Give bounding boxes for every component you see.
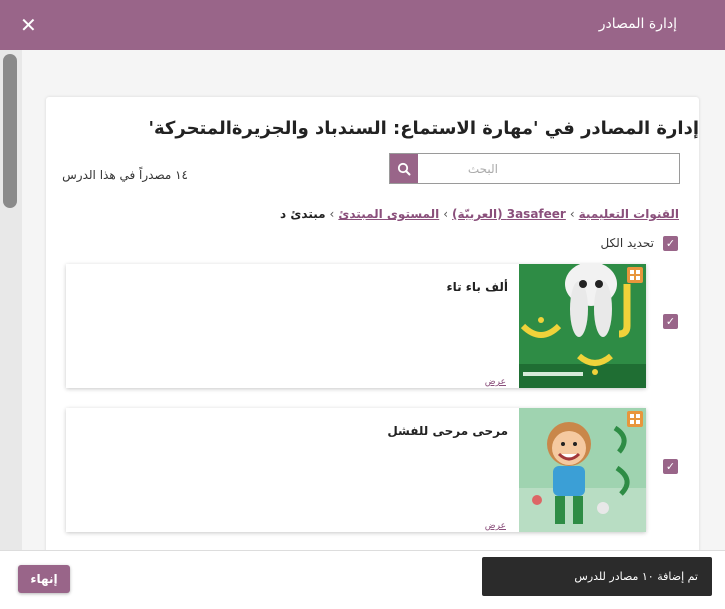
search-icon: [397, 162, 411, 175]
finish-button[interactable]: إنهاء: [18, 565, 70, 593]
breadcrumb-separator: ›: [329, 207, 335, 221]
breadcrumb-separator: ›: [569, 207, 575, 221]
view-link[interactable]: عرض: [485, 377, 506, 387]
resource-title[interactable]: ألف باء تاء: [446, 280, 508, 294]
resource-count: ١٤ مصدراً في هذا الدرس: [62, 168, 188, 182]
breadcrumb-separator: ›: [443, 207, 449, 221]
scrollbar-thumb[interactable]: [3, 54, 17, 208]
resource-type-icon: [627, 411, 643, 427]
resource-checkbox[interactable]: ✓: [663, 459, 678, 474]
resource-checkbox[interactable]: ✓: [663, 314, 678, 329]
search-button[interactable]: [390, 154, 418, 183]
modal-title: إدارة المصادر: [598, 16, 677, 32]
check-icon: ✓: [665, 315, 676, 328]
breadcrumb-3asafeer[interactable]: 3asafeer (العربيّة): [452, 207, 566, 221]
breadcrumb-current: مبتدئ د: [280, 207, 326, 221]
select-all-checkbox[interactable]: ✓: [663, 236, 678, 251]
breadcrumb: القنوات التعليمية›3asafeer (العربيّة)›ال…: [280, 207, 679, 221]
resource-card: ألف باء تاء عرض: [66, 264, 646, 388]
modal-header: ✕ إدارة المصادر: [0, 0, 725, 50]
resource-card: مرحى مرحى للفشل عرض: [66, 408, 646, 532]
resource-title[interactable]: مرحى مرحى للفشل: [387, 424, 508, 438]
close-icon[interactable]: ✕: [20, 13, 37, 37]
toast-notification: تم إضافة ١٠ مصادر للدرس: [482, 557, 712, 596]
resource-type-icon: [627, 267, 643, 283]
breadcrumb-channels[interactable]: القنوات التعليمية: [579, 207, 679, 221]
check-icon: ✓: [665, 237, 676, 250]
view-link[interactable]: عرض: [485, 521, 506, 531]
search-input[interactable]: [424, 156, 674, 181]
breadcrumb-beginner-level[interactable]: المستوى المبتدئ: [338, 207, 439, 221]
search-box: [389, 153, 680, 184]
page-title: إدارة المصادر في 'مهارة الاستماع: السندب…: [148, 118, 699, 139]
check-icon: ✓: [665, 460, 676, 473]
select-all-label: تحديد الكل: [600, 236, 654, 250]
